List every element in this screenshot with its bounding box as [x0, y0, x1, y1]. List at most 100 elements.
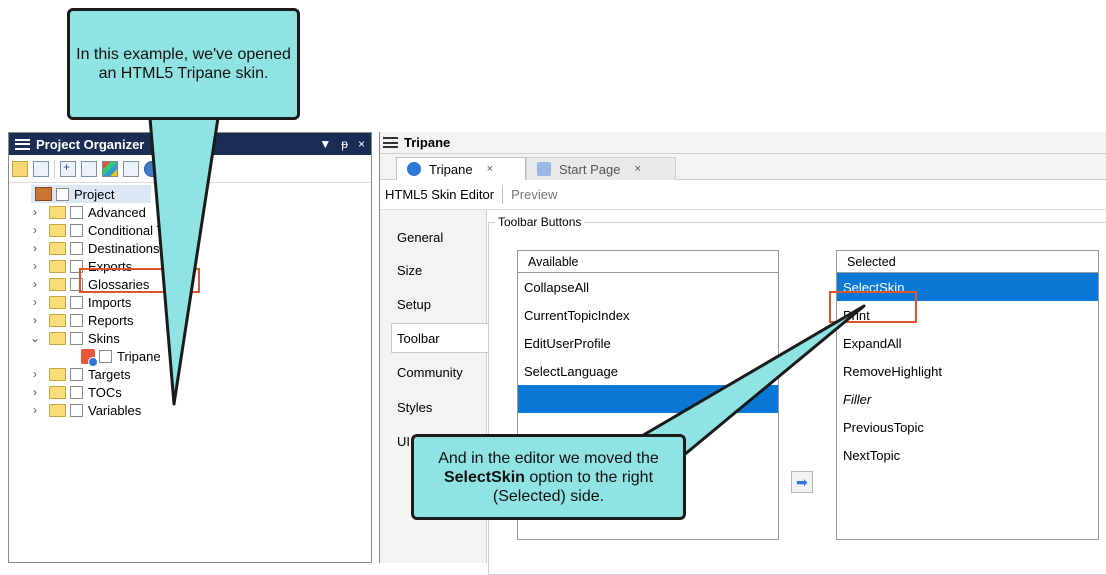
- tree-label: TOCs: [88, 384, 122, 400]
- checkbox[interactable]: [70, 403, 83, 417]
- project-organizer-panel: Project Organizer ▼ ᵽ × Project › Advanc…: [8, 132, 372, 563]
- group-label: Toolbar Buttons: [495, 215, 585, 229]
- tree-item-imports[interactable]: › Imports: [9, 293, 371, 311]
- close-icon[interactable]: ×: [634, 163, 640, 175]
- tree-item-advanced[interactable]: › Advanced: [9, 203, 371, 221]
- start-page-icon: [537, 162, 551, 176]
- folder-icon: [49, 223, 66, 237]
- checkbox[interactable]: [70, 331, 83, 345]
- tree-label: Tripane: [117, 348, 161, 364]
- tree-item-skins[interactable]: ⌄ Skins: [9, 329, 371, 347]
- view-icon[interactable]: [33, 160, 49, 177]
- checkbox[interactable]: [99, 349, 112, 363]
- folder-icon: [49, 205, 66, 219]
- close-icon[interactable]: ×: [487, 163, 493, 175]
- chevron-right-icon[interactable]: ›: [29, 385, 41, 399]
- add-item-icon[interactable]: [60, 160, 76, 177]
- tree-label: Skins: [88, 330, 120, 346]
- checkbox[interactable]: [56, 187, 69, 201]
- folder-icon: [49, 367, 66, 381]
- chevron-right-icon[interactable]: ›: [29, 313, 41, 327]
- checkbox[interactable]: [70, 205, 83, 219]
- list-item[interactable]: RemoveHighlight: [837, 357, 1098, 385]
- tree-item-targets[interactable]: › Targets: [9, 365, 371, 383]
- tree-label: Variables: [88, 402, 142, 418]
- briefcase-icon: [35, 187, 52, 201]
- side-tab-community[interactable]: Community: [397, 357, 463, 387]
- list-item[interactable]: CollapseAll: [518, 273, 778, 301]
- checkbox[interactable]: [70, 223, 83, 237]
- pin-icon[interactable]: ᵽ: [341, 137, 348, 151]
- folder-icon: [49, 241, 66, 255]
- chevron-right-icon[interactable]: ›: [29, 241, 41, 255]
- tree-item-variables[interactable]: › Variables: [9, 401, 371, 419]
- arrow-right-icon: ➡: [796, 473, 808, 490]
- tree-item-tocs[interactable]: › TOCs: [9, 383, 371, 401]
- folder-icon: [49, 313, 66, 327]
- tab-label: Start Page: [559, 161, 621, 177]
- new-folder-icon[interactable]: [171, 160, 187, 177]
- folder-icon: [49, 403, 66, 417]
- copy-icon[interactable]: [81, 160, 97, 177]
- preview-mode[interactable]: Preview: [511, 187, 557, 202]
- checkbox[interactable]: [70, 313, 83, 327]
- globe-icon[interactable]: [144, 160, 160, 177]
- list-item[interactable]: NextTopic: [837, 441, 1098, 469]
- checkbox[interactable]: [70, 241, 83, 255]
- tab-start-page[interactable]: Start Page ×: [526, 157, 676, 180]
- tree-item-destinations[interactable]: › Destinations: [9, 239, 371, 257]
- bottom-callout-bold: SelectSkin: [443, 468, 525, 486]
- chevron-right-icon[interactable]: ›: [29, 205, 41, 219]
- list-item[interactable]: SelectLanguage: [518, 357, 778, 385]
- divider: [502, 185, 504, 204]
- list-item[interactable]: PreviousTopic: [837, 413, 1098, 441]
- list-item[interactable]: Filler: [837, 385, 1098, 413]
- tree-item-conditional-text[interactable]: › Conditional Text: [9, 221, 371, 239]
- open-folder-icon[interactable]: [12, 160, 28, 177]
- tab-tripane[interactable]: Tripane ×: [396, 157, 526, 180]
- chevron-right-icon[interactable]: ›: [29, 295, 41, 309]
- hamburger-menu-icon[interactable]: [15, 138, 30, 150]
- toolbar-divider: [54, 159, 55, 178]
- folder-icon: [49, 295, 66, 309]
- project-tree: Project › Advanced › Conditional Text › …: [9, 185, 371, 419]
- list-item[interactable]: ExpandAll: [837, 329, 1098, 357]
- tree-root-project[interactable]: Project: [31, 185, 151, 203]
- checkbox[interactable]: [70, 367, 83, 381]
- side-tab-toolbar[interactable]: Toolbar: [391, 323, 488, 353]
- toolbar-buttons-group: Toolbar Buttons Available CollapseAll Cu…: [488, 215, 1106, 575]
- chevron-right-icon[interactable]: ›: [29, 403, 41, 417]
- skin-editor-mode[interactable]: HTML5 Skin Editor: [385, 187, 494, 202]
- checkbox[interactable]: [70, 385, 83, 399]
- close-icon[interactable]: ×: [358, 137, 365, 151]
- tree-item-tripane[interactable]: Tripane: [9, 347, 371, 367]
- editor-title: Tripane: [404, 135, 451, 150]
- bottom-callout: And in the editor we moved the SelectSki…: [411, 434, 686, 520]
- side-tab-setup[interactable]: Setup: [397, 289, 431, 319]
- list-item[interactable]: CurrentTopicIndex: [518, 301, 778, 329]
- available-header: Available: [518, 251, 778, 273]
- chevron-right-icon[interactable]: ›: [29, 367, 41, 381]
- folder-icon: [49, 259, 66, 273]
- tree-label: Imports: [88, 294, 132, 310]
- checkbox[interactable]: [70, 295, 83, 309]
- side-tab-size[interactable]: Size: [397, 255, 422, 285]
- side-tab-ui[interactable]: UI: [397, 426, 410, 456]
- hamburger-menu-icon[interactable]: [383, 137, 398, 148]
- top-callout: In this example, we've opened an HTML5 T…: [67, 8, 300, 120]
- dropdown-icon[interactable]: ▼: [319, 137, 331, 151]
- move-right-button[interactable]: ➡: [791, 471, 813, 493]
- list-item-selected[interactable]: [518, 385, 778, 413]
- side-tab-general[interactable]: General: [397, 222, 443, 252]
- chevron-right-icon[interactable]: ›: [29, 277, 41, 291]
- chevron-down-icon[interactable]: ⌄: [29, 331, 41, 345]
- chevron-right-icon[interactable]: ›: [29, 223, 41, 237]
- chevron-right-icon[interactable]: ›: [29, 259, 41, 273]
- side-tab-styles[interactable]: Styles: [397, 392, 432, 422]
- html5-skin-icon: [81, 348, 98, 367]
- properties-icon[interactable]: [123, 160, 139, 177]
- tree-item-reports[interactable]: › Reports: [9, 311, 371, 329]
- editor-mode-bar: HTML5 Skin Editor Preview: [380, 180, 1106, 210]
- list-item[interactable]: EditUserProfile: [518, 329, 778, 357]
- color-palette-icon[interactable]: [102, 160, 118, 177]
